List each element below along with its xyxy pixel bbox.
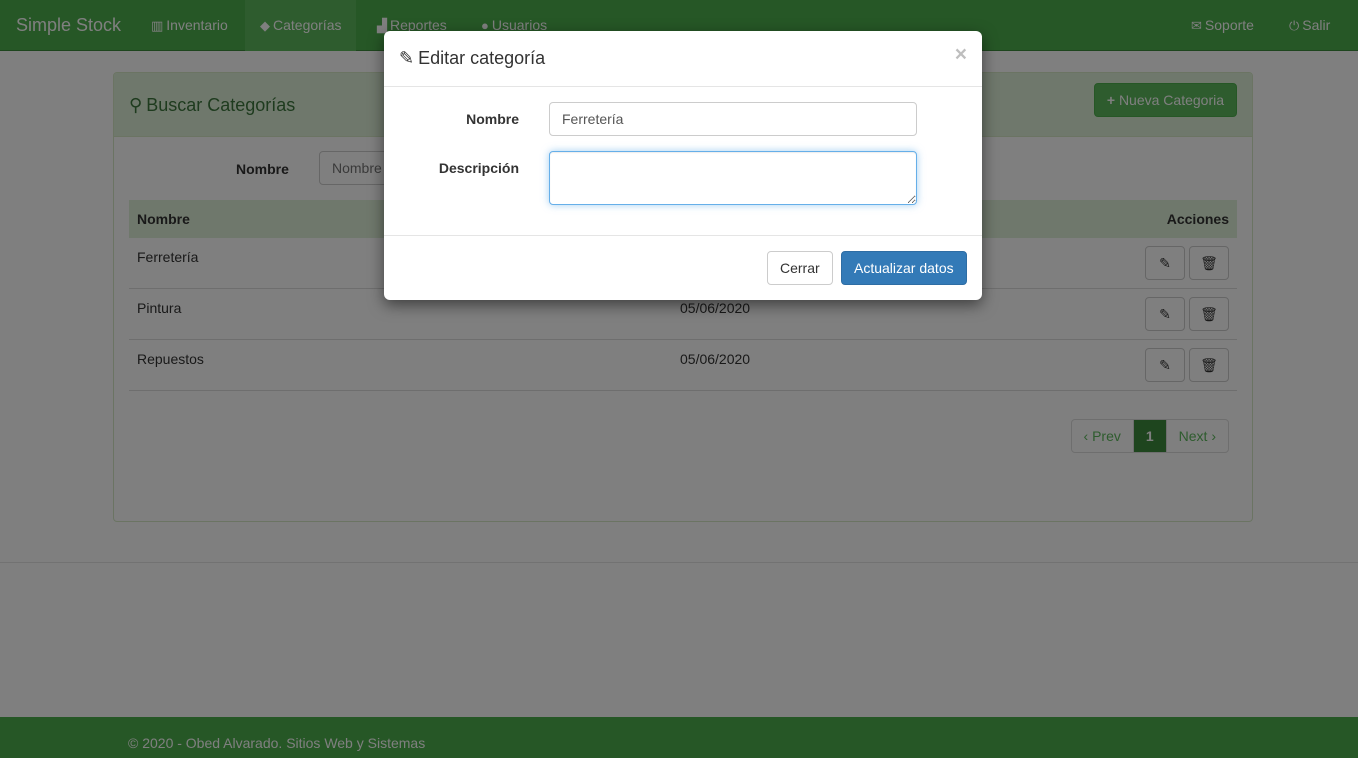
modal-footer: Cerrar Actualizar datos (384, 235, 982, 300)
modal-close-x-button[interactable]: × (955, 43, 967, 67)
name-field[interactable] (549, 102, 917, 136)
modal-title: ✎ Editar categoría (399, 48, 546, 68)
edit-icon: ✎ (399, 48, 415, 68)
close-button[interactable]: Cerrar (767, 251, 833, 285)
name-field-label: Nombre (466, 111, 519, 127)
description-field-label: Descripción (438, 160, 519, 176)
update-button[interactable]: Actualizar datos (841, 251, 967, 285)
edit-category-modal: ✎Editar categoría × Nombre Descripción C… (384, 31, 982, 300)
modal-header: ✎ Editar categoría × (384, 31, 982, 87)
description-field[interactable] (549, 151, 917, 205)
